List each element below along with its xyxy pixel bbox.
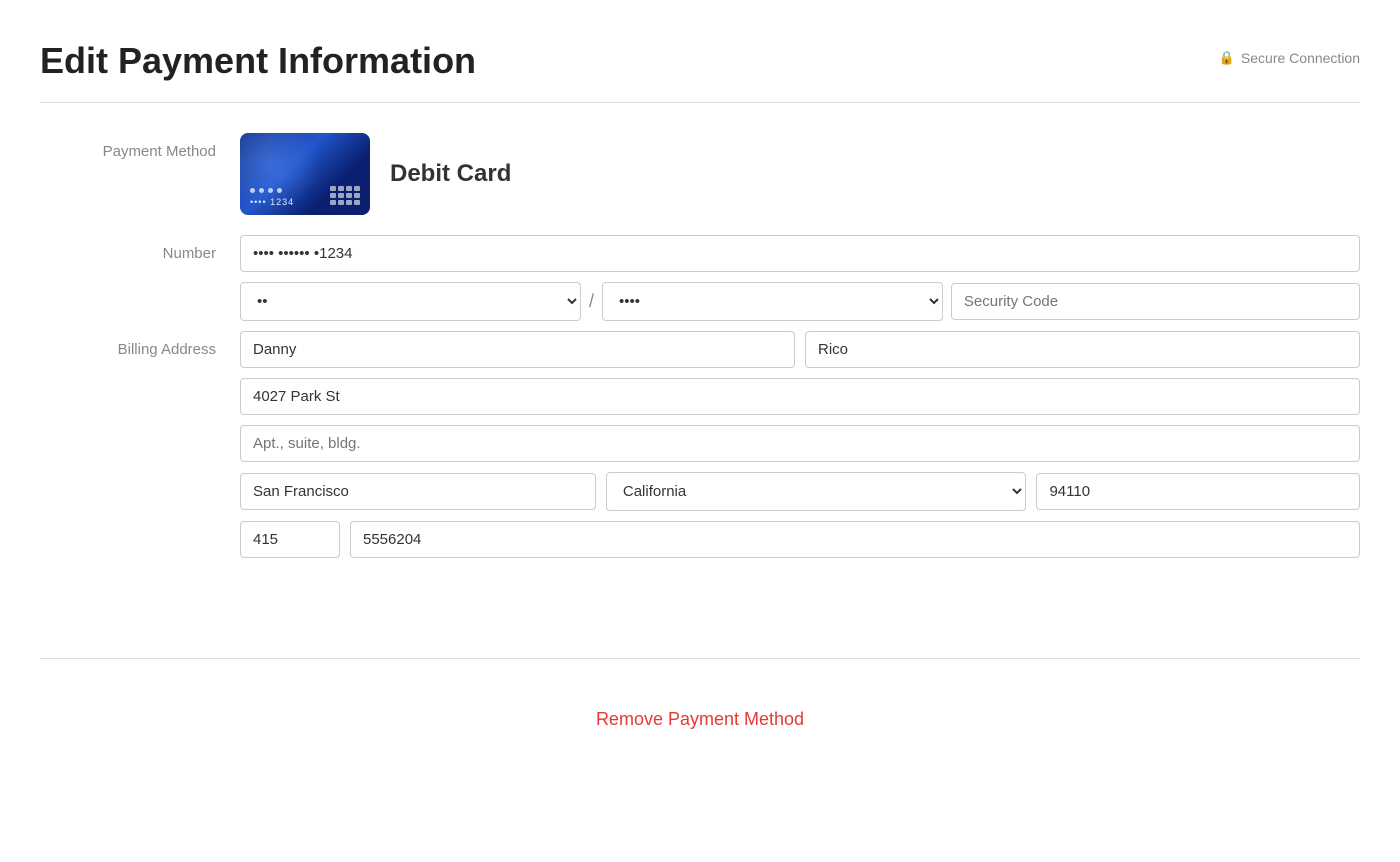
- city-wrapper: [240, 473, 596, 510]
- security-code-wrapper: [951, 283, 1360, 320]
- lock-icon: 🔒: [1219, 50, 1235, 66]
- expiry-year-select[interactable]: •••• 2024 2025 2026 2027 2028 2029 2030: [602, 282, 943, 321]
- phone-area-wrapper: [240, 521, 340, 558]
- phone-number-wrapper: [350, 521, 1360, 558]
- phone-number-input[interactable]: [350, 521, 1360, 558]
- card-dot-4: [277, 188, 282, 193]
- first-name-input[interactable]: [240, 331, 795, 368]
- zip-wrapper: [1036, 473, 1360, 510]
- header: Edit Payment Information 🔒 Secure Connec…: [40, 0, 1360, 102]
- address2-input[interactable]: [240, 425, 1360, 462]
- billing-address-content: California Alabama Alaska Arizona Arkans…: [240, 331, 1360, 568]
- last-name-input[interactable]: [805, 331, 1360, 368]
- card-number-input[interactable]: [240, 235, 1360, 272]
- billing-address-label: Billing Address: [40, 331, 240, 358]
- billing-address-row: Billing Address: [40, 331, 1360, 568]
- number-row: Number •• 01 02 03 04 05 06 07: [40, 235, 1360, 321]
- expiry-month-select[interactable]: •• 01 02 03 04 05 06 07 08 09 10 11: [240, 282, 581, 321]
- remove-section: Remove Payment Method: [40, 659, 1360, 780]
- card-type-label: Debit Card: [390, 160, 511, 188]
- security-code-input[interactable]: [951, 283, 1360, 320]
- number-content: •• 01 02 03 04 05 06 07 08 09 10 11: [240, 235, 1360, 321]
- number-label: Number: [40, 235, 240, 262]
- card-chip: [330, 186, 360, 205]
- card-dot-1: [250, 188, 255, 193]
- payment-method-display: •••• 1234: [240, 133, 1360, 215]
- card-dot-3: [268, 188, 273, 193]
- city-state-zip-row: California Alabama Alaska Arizona Arkans…: [240, 472, 1360, 511]
- zip-input[interactable]: [1036, 473, 1360, 510]
- city-input[interactable]: [240, 473, 596, 510]
- expiry-slash: /: [589, 291, 594, 312]
- name-row: [240, 331, 1360, 368]
- remove-payment-method-button[interactable]: Remove Payment Method: [576, 699, 824, 740]
- card-image: •••• 1234: [240, 133, 370, 215]
- address2-row: [240, 425, 1360, 462]
- payment-method-content: •••• 1234: [240, 133, 1360, 215]
- card-dot-2: [259, 188, 264, 193]
- page-title: Edit Payment Information: [40, 40, 476, 82]
- address1-input[interactable]: [240, 378, 1360, 415]
- secure-connection: 🔒 Secure Connection: [1219, 50, 1360, 66]
- secure-connection-label: Secure Connection: [1241, 50, 1360, 66]
- payment-method-label: Payment Method: [40, 133, 240, 160]
- page-container: Edit Payment Information 🔒 Secure Connec…: [0, 0, 1400, 780]
- state-wrapper: California Alabama Alaska Arizona Arkans…: [606, 472, 1027, 511]
- payment-method-row: Payment Method •••• 1234: [40, 133, 1360, 215]
- expiry-month-wrapper: •• 01 02 03 04 05 06 07 08 09 10 11: [240, 282, 581, 321]
- state-select[interactable]: California Alabama Alaska Arizona Arkans…: [606, 472, 1027, 511]
- phone-area-input[interactable]: [240, 521, 340, 558]
- address1-row: [240, 378, 1360, 415]
- form-section: Payment Method •••• 1234: [40, 103, 1360, 618]
- phone-row: [240, 521, 1360, 558]
- expiry-row: •• 01 02 03 04 05 06 07 08 09 10 11: [240, 282, 1360, 321]
- expiry-year-wrapper: •••• 2024 2025 2026 2027 2028 2029 2030: [602, 282, 943, 321]
